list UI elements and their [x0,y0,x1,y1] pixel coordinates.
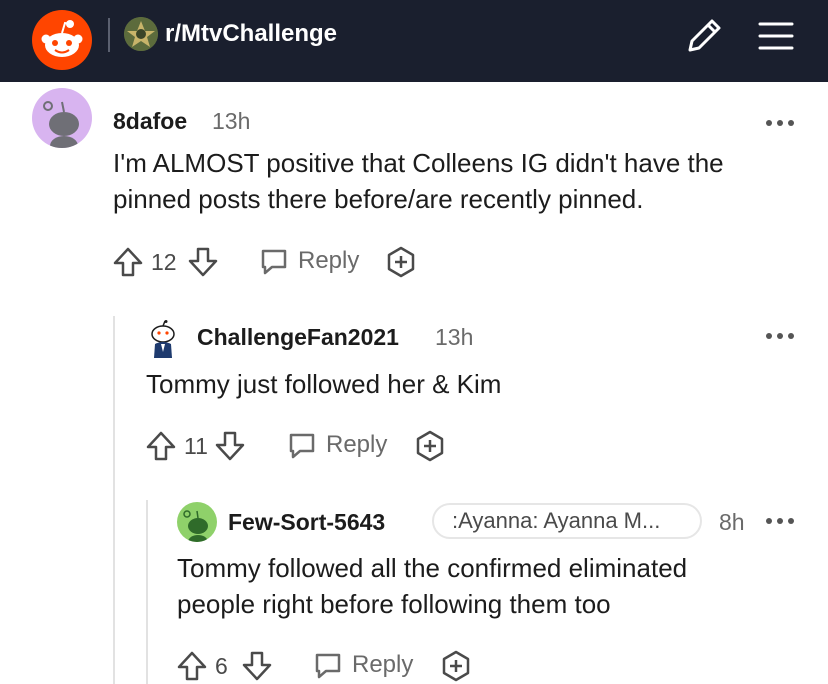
reply-label: Reply [298,247,360,274]
award-icon[interactable] [439,649,473,683]
header-divider [108,18,110,52]
reply-label: Reply [326,431,388,458]
comment-body: Tommy just followed her & Kim [146,366,501,402]
comment-line: Tommy followed all the confirmed elimina… [177,553,688,583]
more-options-icon[interactable] [765,328,795,339]
reply-button[interactable]: Reply [258,243,359,279]
comment-username[interactable]: ChallengeFan2021 [197,323,399,351]
comment-body: Tommy followed all the confirmed elimina… [177,550,687,622]
avatar[interactable] [32,88,92,148]
comment-time: 8h [719,509,745,535]
comment-line: pinned posts there before/are recently p… [113,184,644,214]
comment-line: Tommy just followed her & Kim [146,369,502,399]
comment-body: I'm ALMOST positive that Colleens IG did… [113,145,724,217]
reply-label: Reply [352,651,414,678]
thread-line[interactable] [113,316,115,684]
comment-line: I'm ALMOST positive that Colleens IG did… [113,148,724,178]
downvote-icon[interactable] [213,429,247,463]
comment-username[interactable]: Few-Sort-5643 [228,508,385,536]
upvote-icon[interactable] [175,649,209,683]
downvote-icon[interactable] [186,245,220,279]
upvote-icon[interactable] [111,245,145,279]
award-icon[interactable] [413,429,447,463]
comment-username[interactable]: 8dafoe [113,107,187,135]
downvote-icon[interactable] [240,649,274,683]
thread-line[interactable] [146,500,148,684]
reply-icon [261,249,287,275]
more-options-icon[interactable] [765,513,795,524]
avatar[interactable] [146,320,180,358]
comment-time: 13h [212,108,251,134]
comment-line: people right before following them too [177,589,611,619]
comment-time: 13h [435,324,474,350]
reply-button[interactable]: Reply [286,427,387,463]
menu-icon[interactable] [754,14,798,58]
user-flair: :Ayanna: Ayanna M... [432,503,702,539]
avatar[interactable] [177,502,217,542]
more-options-icon[interactable] [765,115,795,126]
subreddit-icon[interactable] [124,17,158,51]
upvote-icon[interactable] [144,429,178,463]
vote-count: 12 [151,249,177,275]
reddit-logo-icon[interactable] [32,10,92,70]
subreddit-name[interactable]: r/MtvChallenge [165,18,337,50]
reply-button[interactable]: Reply [312,647,413,683]
reply-icon [315,653,341,679]
top-bar: r/MtvChallenge [0,0,828,82]
vote-count: 6 [215,653,228,679]
award-icon[interactable] [384,245,418,279]
edit-icon[interactable] [682,14,726,58]
vote-count: 11 [184,433,208,459]
reply-icon [289,433,315,459]
